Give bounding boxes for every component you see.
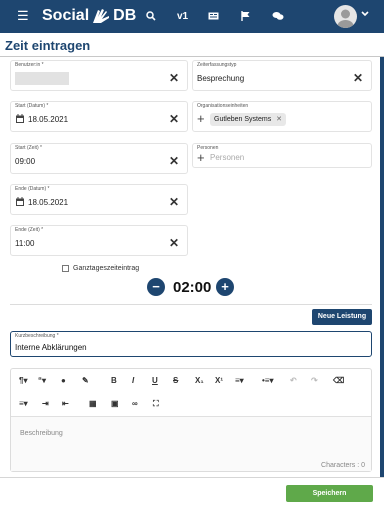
organisationseinheiten-label: Organisationseinheiten (197, 103, 249, 109)
top-navbar: ☰ Social DB v1 (0, 0, 384, 33)
italic-icon[interactable]: I (132, 376, 134, 385)
brand-right: DB (113, 7, 137, 24)
table-icon[interactable]: ▦ (89, 399, 97, 408)
beschreibung-placeholder: Beschreibung (20, 430, 63, 437)
hamburger-menu-icon[interactable]: ☰ (17, 9, 29, 23)
hand-logo-icon (93, 9, 110, 23)
quote-icon[interactable]: “▾ (38, 376, 46, 385)
ende-datum-field[interactable]: Ende (Datum) * 18.05.2021 ✕ (10, 184, 188, 215)
superscript-icon[interactable]: X¹ (215, 376, 223, 385)
chevron-down-icon[interactable] (361, 11, 369, 17)
underline-icon[interactable]: U (152, 376, 158, 385)
id-card-icon[interactable] (208, 12, 219, 20)
indent-icon[interactable]: ⇥ (42, 399, 49, 408)
ende-datum-label: Ende (Datum) * (15, 186, 50, 192)
editor-toolbar-row-2: ≡▾ ⇥ ⇤ ▦ ▣ ∞ ⛶ (11, 397, 371, 413)
zeiterfassungstyp-label: Zeiterfassungstyp (197, 62, 237, 68)
benutzer-label: Benutzer:in * (15, 62, 44, 68)
character-count: Characters : 0 (321, 462, 365, 469)
ende-datum-value: 18.05.2021 (28, 198, 69, 207)
align-icon[interactable]: ≡▾ (19, 399, 28, 408)
decrease-duration-button[interactable]: − (147, 278, 165, 296)
organisation-chip: Gutleben Systems ✕ (210, 113, 287, 126)
start-datum-field[interactable]: Start (Datum) * 18.05.2021 ✕ (10, 101, 188, 132)
zeiterfassungstyp-field[interactable]: Zeiterfassungstyp Besprechung ✕ (192, 60, 372, 91)
ende-zeit-field[interactable]: Ende (Zeit) * 11:00 ✕ (10, 225, 188, 256)
ganztag-checkbox-row[interactable]: Ganztageszeiteintrag (62, 265, 139, 272)
version-link[interactable]: v1 (177, 11, 188, 22)
search-icon[interactable] (146, 11, 156, 21)
remove-chip-icon[interactable]: ✕ (276, 116, 282, 123)
scrollbar[interactable] (380, 57, 384, 477)
editor-body[interactable]: Beschreibung Characters : 0 (11, 416, 371, 471)
clear-benutzer-icon[interactable]: ✕ (169, 72, 179, 84)
brush-icon[interactable]: ✎ (82, 376, 89, 385)
ganztag-checkbox[interactable] (62, 265, 69, 272)
ganztag-label: Ganztageszeiteintrag (73, 265, 140, 272)
divider (10, 304, 372, 305)
kurzbeschreibung-label: Kurzbeschreibung * (15, 333, 59, 339)
zeiterfassungstyp-value: Besprechung (197, 74, 245, 83)
fullscreen-icon[interactable]: ⛶ (153, 399, 159, 409)
start-datum-value: 18.05.2021 (28, 115, 69, 124)
start-datum-label: Start (Datum) * (15, 103, 49, 109)
brand-left: Social (42, 7, 90, 24)
eraser-icon[interactable]: ⌫ (333, 376, 344, 385)
editor-toolbar-row-1: ¶▾ “▾ ● ✎ B I U S X₁ X¹ ≡▾ •≡▾ ↶ ↷ ⌫ (11, 374, 371, 390)
start-zeit-value: 09:00 (15, 157, 36, 166)
undo-icon[interactable]: ↶ (290, 376, 297, 385)
start-zeit-field[interactable]: Start (Zeit) * 09:00 ✕ (10, 143, 188, 174)
unordered-list-icon[interactable]: •≡▾ (262, 376, 273, 385)
page-header: Zeit eintragen (0, 33, 384, 57)
text-color-icon[interactable]: ● (61, 376, 66, 385)
outdent-icon[interactable]: ⇤ (62, 399, 69, 408)
plus-icon[interactable]: + (197, 150, 205, 165)
bold-icon[interactable]: B (111, 376, 117, 385)
paragraph-format-icon[interactable]: ¶▾ (19, 376, 27, 385)
clear-ende-datum-icon[interactable]: ✕ (169, 196, 179, 208)
neue-leistung-button[interactable]: Neue Leistung (312, 309, 372, 325)
user-avatar-icon (337, 9, 354, 28)
clear-zeiterfassungstyp-icon[interactable]: ✕ (353, 72, 363, 84)
clear-start-datum-icon[interactable]: ✕ (169, 113, 179, 125)
start-zeit-label: Start (Zeit) * (15, 145, 42, 151)
benutzer-value (15, 72, 69, 85)
redo-icon[interactable]: ↷ (311, 376, 318, 385)
avatar[interactable] (334, 5, 357, 28)
calendar-icon (16, 114, 24, 123)
ordered-list-icon[interactable]: ≡▾ (235, 376, 244, 385)
ende-zeit-value: 11:00 (15, 239, 35, 248)
save-button[interactable]: Speichern (286, 485, 373, 502)
organisationseinheiten-field[interactable]: Organisationseinheiten + Gutleben System… (192, 101, 372, 132)
organisation-chip-label: Gutleben Systems (214, 116, 272, 123)
duration-display: 02:00 (173, 279, 212, 296)
link-icon[interactable]: ∞ (132, 399, 138, 408)
personen-placeholder: Personen (210, 153, 245, 162)
clear-start-zeit-icon[interactable]: ✕ (169, 155, 179, 167)
page-title: Zeit eintragen (5, 38, 91, 53)
flag-icon[interactable] (241, 11, 250, 21)
strikethrough-icon[interactable]: S (173, 376, 178, 385)
kurzbeschreibung-value: Interne Abklärungen (15, 343, 87, 352)
benutzer-field[interactable]: Benutzer:in * ✕ (10, 60, 188, 91)
kurzbeschreibung-field[interactable]: Kurzbeschreibung * Interne Abklärungen (10, 331, 372, 357)
subscript-icon[interactable]: X₁ (195, 376, 204, 385)
plus-icon[interactable]: + (197, 111, 205, 126)
app-logo[interactable]: Social DB (42, 7, 136, 25)
clear-ende-zeit-icon[interactable]: ✕ (169, 237, 179, 249)
chat-icon[interactable] (272, 11, 284, 21)
increase-duration-button[interactable]: + (216, 278, 234, 296)
beschreibung-editor[interactable]: ¶▾ “▾ ● ✎ B I U S X₁ X¹ ≡▾ •≡▾ ↶ ↷ ⌫ ≡▾ … (10, 368, 372, 472)
image-icon[interactable]: ▣ (111, 399, 119, 408)
ende-zeit-label: Ende (Zeit) * (15, 227, 44, 233)
calendar-icon (16, 197, 24, 206)
personen-field[interactable]: Personen + Personen (192, 143, 372, 168)
